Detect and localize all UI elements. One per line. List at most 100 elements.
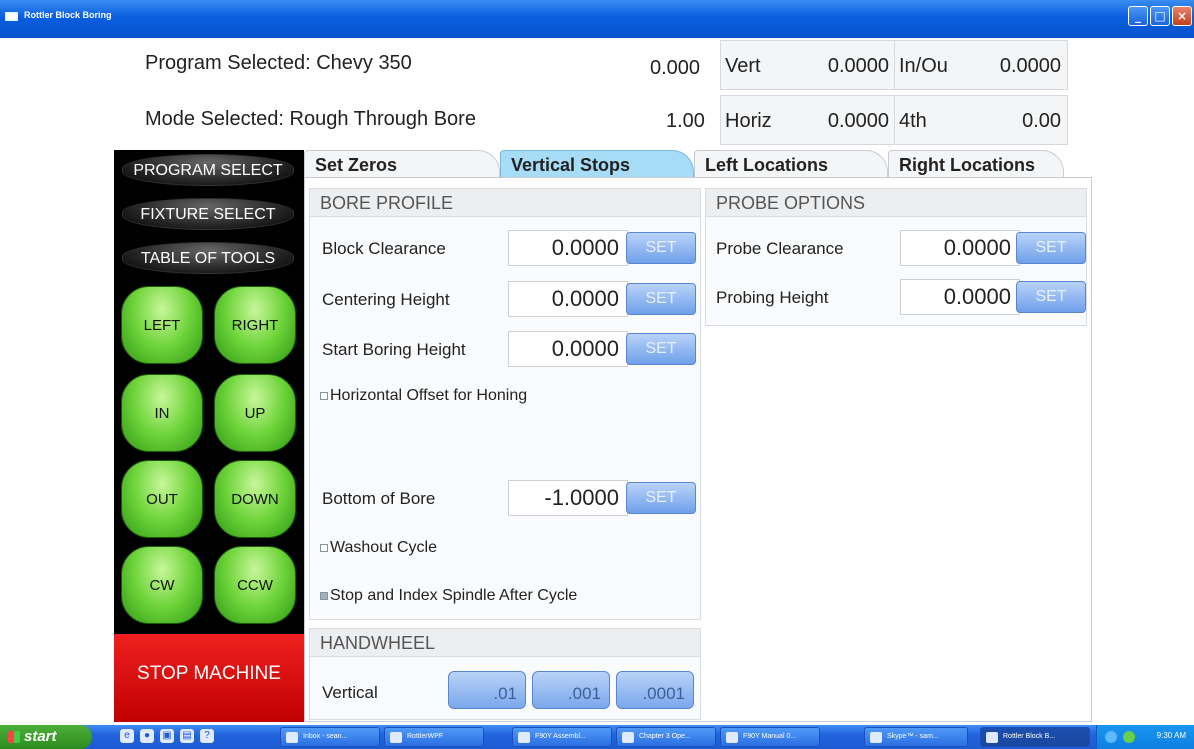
network-icon[interactable] bbox=[1105, 731, 1117, 743]
inout-label: In/Ou bbox=[899, 55, 948, 77]
task-label: Inbox - sean... bbox=[303, 733, 348, 740]
handwheel-increment-0001-button[interactable]: .0001 bbox=[616, 671, 694, 709]
start-boring-height-input[interactable]: 0.0000 bbox=[508, 331, 628, 367]
handwheel-title: HANDWHEEL bbox=[310, 629, 700, 657]
readout-value-1: 0.000 bbox=[650, 57, 701, 79]
mode-selected-label: Mode Selected: Rough Through Bore bbox=[145, 108, 476, 130]
centering-height-input[interactable]: 0.0000 bbox=[508, 281, 628, 317]
stop-index-spindle-label: Stop and Index Spindle After Cycle bbox=[330, 587, 578, 604]
start-boring-height-label: Start Boring Height bbox=[322, 340, 466, 359]
task-skype[interactable]: Skype™ - sam... bbox=[864, 727, 968, 747]
start-label: start bbox=[24, 728, 57, 745]
checkbox-box[interactable] bbox=[320, 543, 328, 552]
task-manual[interactable]: F90Y Manual 0... bbox=[720, 727, 820, 747]
desktop-icon[interactable]: ▣ bbox=[160, 729, 174, 743]
vert-value: 0.0000 bbox=[827, 55, 889, 77]
table-of-tools-button[interactable]: TABLE OF TOOLS bbox=[122, 242, 294, 274]
folder-icon[interactable]: ▤ bbox=[180, 729, 194, 743]
probing-height-label: Probing Height bbox=[716, 288, 829, 307]
horizontal-offset-label: Horizontal Offset for Honing bbox=[330, 387, 528, 404]
windows-logo-icon bbox=[8, 731, 20, 743]
tab-vertical-stops[interactable]: Vertical Stops bbox=[500, 150, 694, 178]
start-boring-height-set-button[interactable]: SET bbox=[626, 333, 696, 365]
stop-index-spindle-checkbox[interactable]: Stop and Index Spindle After Cycle bbox=[320, 587, 577, 605]
tab-right-locations[interactable]: Right Locations bbox=[888, 150, 1064, 178]
close-button[interactable]: × bbox=[1172, 6, 1192, 26]
program-select-button[interactable]: PROGRAM SELECT bbox=[122, 154, 294, 186]
horizontal-offset-checkbox[interactable]: Horizontal Offset for Honing bbox=[320, 387, 527, 405]
mail-icon bbox=[286, 732, 298, 743]
centering-height-set-button[interactable]: SET bbox=[626, 283, 696, 315]
task-label: Skype™ - sam... bbox=[887, 733, 939, 740]
block-clearance-input[interactable]: 0.0000 bbox=[508, 230, 628, 266]
fourth-axis-readout: 4th 0.00 bbox=[894, 95, 1068, 145]
probing-height-input[interactable]: 0.0000 bbox=[900, 279, 1020, 315]
jog-right-button[interactable]: RIGHT bbox=[214, 286, 296, 364]
media-icon[interactable]: ● bbox=[140, 729, 154, 743]
bore-profile-section: BORE PROFILE Block Clearance 0.0000 SET … bbox=[309, 188, 701, 620]
taskbar: start e ● ▣ ▤ ? Inbox - sean... RottlerW… bbox=[0, 725, 1194, 749]
start-button[interactable]: start bbox=[0, 725, 92, 749]
probe-options-title: PROBE OPTIONS bbox=[706, 189, 1086, 217]
probing-height-set-button[interactable]: SET bbox=[1016, 281, 1086, 313]
task-rottlerwpf[interactable]: RottlerWPF bbox=[384, 727, 484, 747]
clock: 9:30 AM bbox=[1156, 731, 1186, 740]
minimize-button[interactable]: _ bbox=[1128, 6, 1148, 26]
inout-value: 0.0000 bbox=[999, 55, 1061, 77]
washout-cycle-label: Washout Cycle bbox=[330, 539, 437, 556]
stop-machine-button[interactable]: STOP MACHINE bbox=[114, 634, 304, 722]
program-selected-label: Program Selected: Chevy 350 bbox=[145, 52, 412, 74]
task-label: Rottler Block B... bbox=[1003, 733, 1056, 740]
task-assembly[interactable]: F90Y Assembl... bbox=[512, 727, 612, 747]
handwheel-increment-01-button[interactable]: .01 bbox=[448, 671, 526, 709]
probe-clearance-set-button[interactable]: SET bbox=[1016, 232, 1086, 264]
pdf-icon bbox=[726, 732, 738, 743]
readout-value-2: 1.00 bbox=[666, 110, 705, 132]
probe-clearance-label: Probe Clearance bbox=[716, 239, 844, 258]
vert-label: Vert bbox=[725, 55, 761, 77]
system-tray: 9:30 AM bbox=[1096, 725, 1194, 749]
jog-up-button[interactable]: UP bbox=[214, 374, 296, 452]
document-icon bbox=[518, 732, 530, 743]
probe-options-section: PROBE OPTIONS Probe Clearance 0.0000 SET… bbox=[705, 188, 1087, 326]
task-label: F90Y Manual 0... bbox=[743, 733, 797, 740]
task-label: RottlerWPF bbox=[407, 733, 444, 740]
help-icon[interactable]: ? bbox=[200, 729, 214, 743]
fourth-axis-value: 0.00 bbox=[1022, 110, 1061, 132]
jog-down-button[interactable]: DOWN bbox=[214, 460, 296, 538]
control-panel: PROGRAM SELECT FIXTURE SELECT TABLE OF T… bbox=[114, 150, 304, 722]
checkbox-box[interactable] bbox=[320, 391, 328, 400]
maximize-button[interactable]: □ bbox=[1150, 6, 1170, 26]
probe-clearance-input[interactable]: 0.0000 bbox=[900, 230, 1020, 266]
browser-icon[interactable]: e bbox=[120, 729, 134, 743]
checkbox-box[interactable] bbox=[320, 591, 328, 600]
jog-in-button[interactable]: IN bbox=[121, 374, 203, 452]
centering-height-label: Centering Height bbox=[322, 290, 450, 309]
handwheel-increment-001-button[interactable]: .001 bbox=[532, 671, 610, 709]
document-icon bbox=[622, 732, 634, 743]
rotate-ccw-button[interactable]: CCW bbox=[214, 546, 296, 624]
bottom-of-bore-input[interactable]: -1.0000 bbox=[508, 480, 628, 516]
vertical-stops-panel: BORE PROFILE Block Clearance 0.0000 SET … bbox=[304, 177, 1092, 722]
horiz-readout: Horiz 0.0000 bbox=[720, 95, 896, 145]
rotate-cw-button[interactable]: CW bbox=[121, 546, 203, 624]
horiz-label: Horiz bbox=[725, 110, 772, 132]
washout-cycle-checkbox[interactable]: Washout Cycle bbox=[320, 539, 437, 557]
app-icon bbox=[5, 12, 18, 21]
block-clearance-label: Block Clearance bbox=[322, 239, 446, 258]
jog-out-button[interactable]: OUT bbox=[121, 460, 203, 538]
jog-left-button[interactable]: LEFT bbox=[121, 286, 203, 364]
task-chapter3[interactable]: Chapter 3 Ope... bbox=[616, 727, 716, 747]
task-label: Chapter 3 Ope... bbox=[639, 733, 691, 740]
block-clearance-set-button[interactable]: SET bbox=[626, 232, 696, 264]
horiz-value: 0.0000 bbox=[827, 110, 889, 132]
volume-icon[interactable] bbox=[1123, 731, 1135, 743]
tab-set-zeros[interactable]: Set Zeros bbox=[304, 150, 500, 178]
bottom-of-bore-set-button[interactable]: SET bbox=[626, 482, 696, 514]
task-rottler-block-boring[interactable]: Rottler Block B... bbox=[980, 727, 1090, 747]
task-outlook[interactable]: Inbox - sean... bbox=[280, 727, 380, 747]
fixture-select-button[interactable]: FIXTURE SELECT bbox=[122, 198, 294, 230]
bottom-of-bore-label: Bottom of Bore bbox=[322, 489, 436, 508]
vert-readout: Vert 0.0000 bbox=[720, 40, 896, 90]
tab-left-locations[interactable]: Left Locations bbox=[694, 150, 888, 178]
